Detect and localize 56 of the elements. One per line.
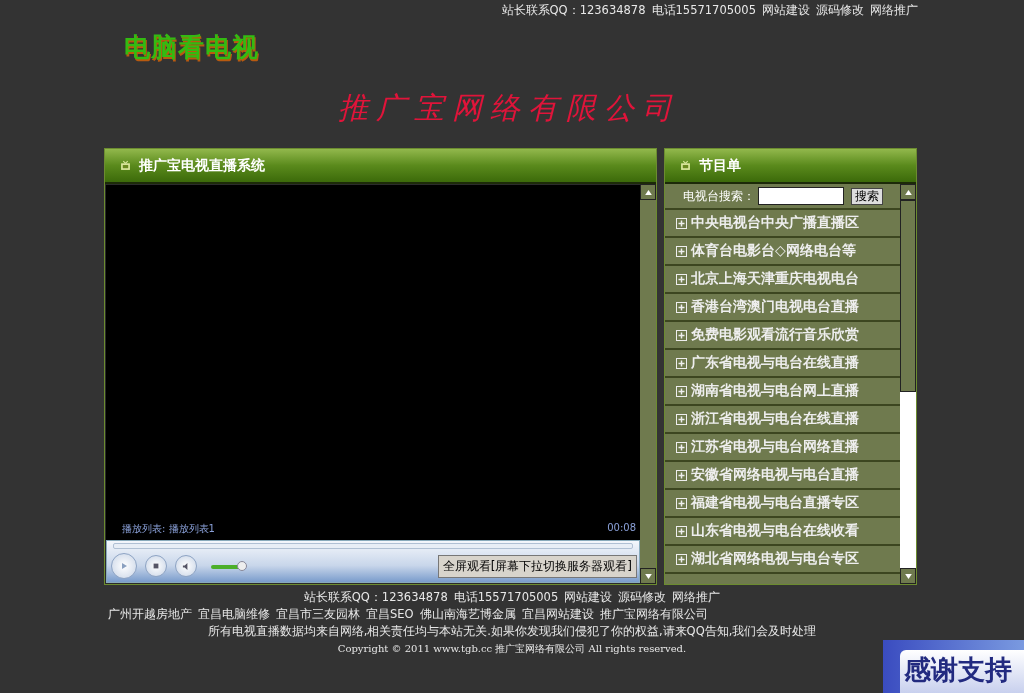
friend-link[interactable]: 宜昌SEO: [366, 607, 414, 622]
down-arrow-icon[interactable]: [644, 573, 652, 579]
down-arrow-icon[interactable]: [904, 573, 912, 579]
stop-icon: [152, 562, 160, 570]
footer-link[interactable]: 站长联系QQ：123634878: [303, 590, 448, 605]
expand-icon[interactable]: [676, 441, 687, 453]
play-icon: [119, 561, 129, 571]
footer-link[interactable]: 源码修改: [618, 590, 667, 605]
scrollbar[interactable]: [900, 184, 916, 584]
header-link[interactable]: 电话15571705005: [651, 3, 756, 20]
company-name: 推广宝网络有限公司: [338, 90, 680, 125]
search-label: 电视台搜索：: [683, 188, 755, 204]
expand-icon[interactable]: [676, 553, 687, 565]
time-display: 00:08: [607, 522, 636, 535]
header-link[interactable]: 网站建设: [762, 3, 810, 20]
playlist-label: 播放列表: 播放列表1: [122, 522, 215, 536]
disclaimer-text: 所有电视直播数据均来自网络,相关责任均与本站无关.如果你发现我们侵犯了你的权益,请来QQ告知,我们会及时处理: [207, 624, 817, 639]
scrollbar[interactable]: [640, 184, 656, 584]
friend-link[interactable]: 推广宝网络有限公司: [599, 607, 708, 622]
footer-link[interactable]: 网络推广: [672, 590, 721, 605]
thanks-badge[interactable]: 感谢支持: [883, 640, 1024, 693]
friend-link[interactable]: 宜昌网站建设: [521, 607, 594, 622]
site-logo: 电脑看电视: [124, 32, 259, 62]
fullscreen-button[interactable]: 全屏观看[屏幕下拉切换服务器观看]: [437, 554, 637, 578]
panel-title: 推广宝电视直播系统: [139, 156, 265, 175]
expand-icon[interactable]: [676, 329, 687, 341]
friend-link[interactable]: 佛山南海艺博金属: [419, 607, 516, 622]
expand-icon[interactable]: [676, 413, 687, 425]
footer-link[interactable]: 电话15571705005: [453, 590, 559, 605]
search-button[interactable]: 搜索: [851, 187, 883, 205]
friend-link[interactable]: 广州开越房地产: [108, 607, 192, 622]
header-link[interactable]: 网络推广: [870, 3, 918, 20]
panel-title: 节目单: [699, 156, 741, 175]
expand-icon[interactable]: [676, 525, 687, 537]
friend-link[interactable]: 宜昌电脑维修: [198, 607, 270, 622]
expand-icon[interactable]: [676, 301, 687, 313]
up-arrow-icon[interactable]: [644, 189, 652, 195]
expand-icon[interactable]: [676, 357, 687, 369]
tv-icon: [120, 160, 131, 171]
expand-icon[interactable]: [676, 273, 687, 285]
header-link[interactable]: 站长联系QQ：123634878: [501, 3, 646, 20]
expand-icon[interactable]: [676, 497, 687, 509]
expand-icon[interactable]: [676, 217, 687, 229]
up-arrow-icon[interactable]: [904, 189, 912, 195]
footer-link[interactable]: 网站建设: [564, 590, 613, 605]
tv-icon: [680, 160, 691, 171]
friend-link[interactable]: 宜昌市三友园林: [276, 607, 360, 622]
mute-button[interactable]: [175, 555, 197, 577]
play-button[interactable]: [111, 553, 137, 579]
expand-icon[interactable]: [676, 469, 687, 481]
stop-button[interactable]: [145, 555, 167, 577]
expand-icon[interactable]: [676, 385, 687, 397]
search-field[interactable]: [758, 187, 844, 205]
expand-icon[interactable]: [676, 245, 687, 257]
header-link[interactable]: 源码修改: [816, 3, 864, 20]
copyright-text: Copyright © 2011 www.tgb.cc 推广宝网络有限公司 All rights reserved.: [337, 641, 687, 656]
